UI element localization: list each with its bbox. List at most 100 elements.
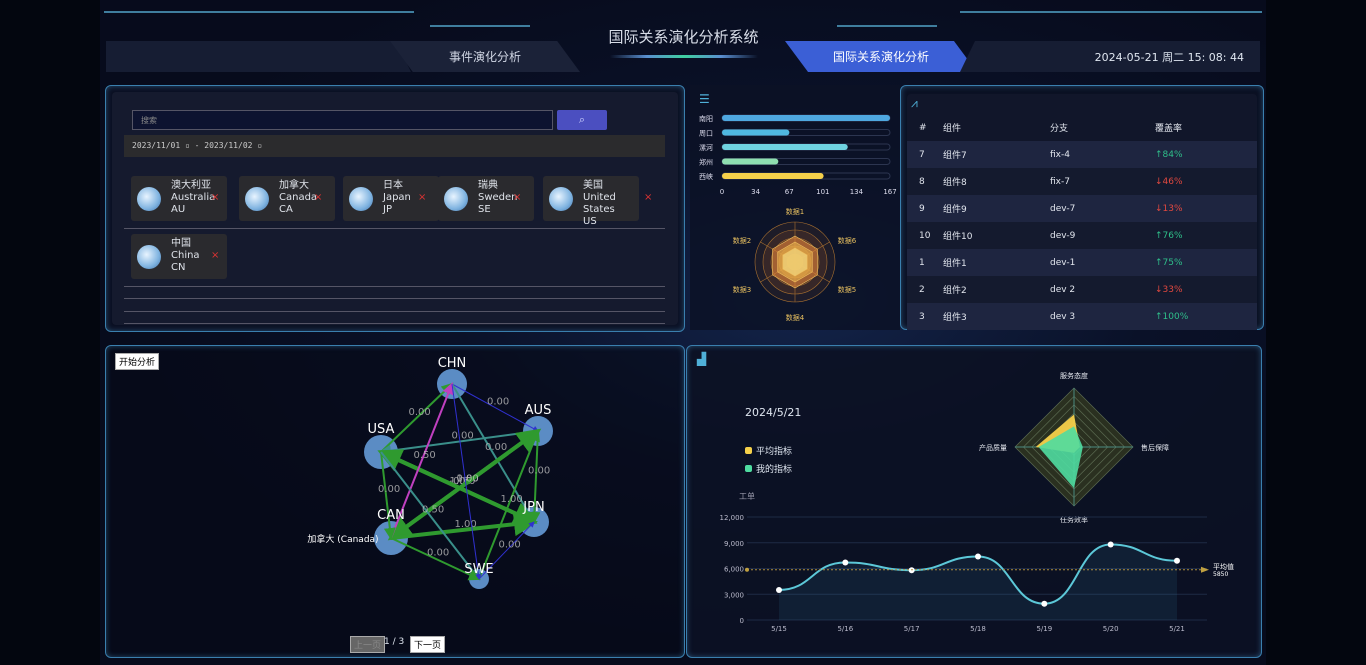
component-name: 组件10 [943, 232, 973, 242]
country-name-zh: 澳大利亚 [171, 180, 211, 191]
table-row[interactable]: 2 组件2 dev 2 ↓33% [907, 276, 1257, 303]
next-page-button[interactable]: 下一页 [410, 636, 446, 653]
edge-label: 0.00 [485, 442, 507, 453]
data-point [1041, 600, 1048, 607]
edge-label: 1.00 [457, 474, 479, 485]
edge-label: 0.00 [452, 431, 474, 442]
country-chip[interactable]: 美国 United States US × [543, 176, 652, 227]
coverage-rate: ↑84% [1155, 149, 1183, 160]
country-chip[interactable]: 日本 Japan JP × [343, 176, 439, 221]
chart-icon: ⩘ [911, 96, 918, 110]
y-axis-title: 工单 [739, 491, 755, 501]
remove-icon[interactable]: × [314, 192, 322, 204]
coverage-rate: ↓13% [1155, 203, 1183, 214]
average-start [745, 567, 749, 572]
table-row[interactable]: 7 组件7 fix-4 ↑84% [907, 141, 1257, 168]
bar-chart: 南阳周口漯河郑州西峡 0 34 67 101 134 167 数据1 数据6 数据5 数据4 数据3 数… [699, 114, 897, 322]
prev-page-button[interactable]: 上一页 [350, 636, 386, 653]
column-header[interactable]: 分支 [1050, 114, 1155, 141]
relation-graph-panel: 开始分析 0.00 0.00 0.00 0.00 0.00 1.00 -0.50 0.80 1.… [105, 345, 685, 658]
remove-icon[interactable]: × [211, 250, 219, 262]
radar-indicator-label: 任务效率 [1060, 515, 1088, 524]
globe-icon [349, 187, 373, 211]
axis-tick-label: 167 [883, 188, 896, 196]
table-row[interactable]: 9 组件9 dev-7 ↓13% [907, 195, 1257, 222]
component-name: 组件1 [943, 259, 967, 269]
column-header[interactable]: 覆盖率 [1155, 114, 1257, 141]
edge-label: 0.00 [528, 466, 550, 477]
x-tick-label: 5/15 [771, 625, 787, 633]
row-index: 1 [919, 257, 925, 268]
date-range[interactable]: 2023/11/01 ▫ - 2023/11/02 ▫ [124, 135, 665, 157]
edge-label: 1.00 [455, 519, 477, 530]
divider [124, 228, 665, 229]
coverage-rate: ↑75% [1155, 257, 1183, 268]
country-name-zh: 瑞典 [478, 180, 498, 191]
relation-graph[interactable]: 0.000.000.000.000.001.00-0.500.801.001.0… [106, 346, 686, 659]
search-button[interactable]: ⌕ [557, 110, 607, 130]
row-index: 3 [919, 311, 925, 322]
table-row[interactable]: 3 组件3 dev 3 ↑100% [907, 303, 1257, 330]
coverage-table-panel: ⩘ # 组件 分支 覆盖率 7 组件7 fix-4 ↑84% 8 组件8 fix-7 ↓46% 9 组件9… [900, 85, 1264, 330]
bar-category-label: 西峡 [699, 172, 713, 181]
node-label: AUS [525, 403, 552, 418]
date-to[interactable]: 2023/11/02 [204, 141, 252, 150]
radar-indicator-label: 售后保障 [1141, 443, 1169, 452]
country-text: 美国 United States US [583, 180, 639, 228]
table-row[interactable]: 1 组件1 dev-1 ↑75% [907, 249, 1257, 276]
component-name: 组件2 [943, 286, 967, 296]
y-tick-label: 12,000 [720, 514, 745, 522]
column-header[interactable]: # [907, 114, 943, 141]
component-name: 组件9 [943, 205, 967, 215]
row-index: 7 [919, 149, 925, 160]
node-label: CAN [377, 508, 405, 523]
remove-icon[interactable]: × [211, 192, 219, 204]
component-name: 组件8 [943, 178, 967, 188]
coverage-rate: ↓33% [1155, 284, 1183, 295]
column-header[interactable]: 组件 [943, 114, 1050, 141]
datetime-text: 2024-05-21 周二 15: 08: 44 [1094, 50, 1244, 64]
bar-category-label: 漯河 [699, 143, 713, 152]
radar-label: 数据6 [838, 236, 857, 245]
globe-icon [137, 187, 161, 211]
tab-event-evolution[interactable]: 事件演化分析 [390, 41, 580, 72]
divider [124, 298, 665, 299]
search-input[interactable]: 搜索 [132, 110, 553, 130]
data-point [975, 553, 981, 560]
globe-icon [245, 187, 269, 211]
country-chip[interactable]: 中国 China CN × [131, 234, 227, 279]
row-index: 10 [919, 230, 931, 241]
average-arrow [1201, 566, 1209, 573]
country-name-en: Canada [279, 192, 318, 203]
radar-label: 数据2 [733, 236, 751, 245]
component-name: 组件3 [943, 313, 967, 323]
bar [722, 115, 890, 121]
country-chip[interactable]: 澳大利亚 Australia AU × [131, 176, 227, 221]
edge-label: 0.50 [422, 505, 444, 516]
country-name-en: China [171, 250, 200, 261]
remove-icon[interactable]: × [418, 192, 426, 204]
coverage-rate: ↑76% [1155, 230, 1183, 241]
country-chip[interactable]: 加拿大 Canada CA × [239, 176, 335, 221]
tab-relation-evolution[interactable]: 国际关系演化分析 [785, 41, 977, 72]
remove-icon[interactable]: × [513, 192, 521, 204]
datetime: 2024-05-21 周二 15: 08: 44 [960, 41, 1260, 72]
bar [722, 129, 790, 136]
table-row[interactable]: 10 组件10 dev-9 ↑76% [907, 222, 1257, 249]
x-tick-label: 5/18 [970, 625, 986, 633]
branch: fix-7 [1050, 176, 1070, 187]
tab-label: 事件演化分析 [448, 50, 521, 64]
country-name-zh: 中国 [171, 238, 191, 249]
data-point [842, 559, 849, 566]
remove-icon[interactable]: × [644, 192, 652, 204]
date-from[interactable]: 2023/11/01 [132, 141, 180, 150]
branch: dev 3 [1050, 311, 1076, 322]
branch: dev-9 [1050, 230, 1076, 241]
table-row[interactable]: 8 组件8 fix-7 ↓46% [907, 168, 1257, 195]
country-code: JP [383, 204, 392, 215]
country-chip[interactable]: 瑞典 Sweden SE × [438, 176, 534, 221]
country-name-en: United States [583, 192, 616, 215]
branch: dev 2 [1050, 284, 1076, 295]
graph-edge [380, 382, 454, 453]
dashboard: 事件演化分析 国际关系演化分析系统 国际关系演化分析 2024-05-21 周二… [100, 0, 1266, 665]
